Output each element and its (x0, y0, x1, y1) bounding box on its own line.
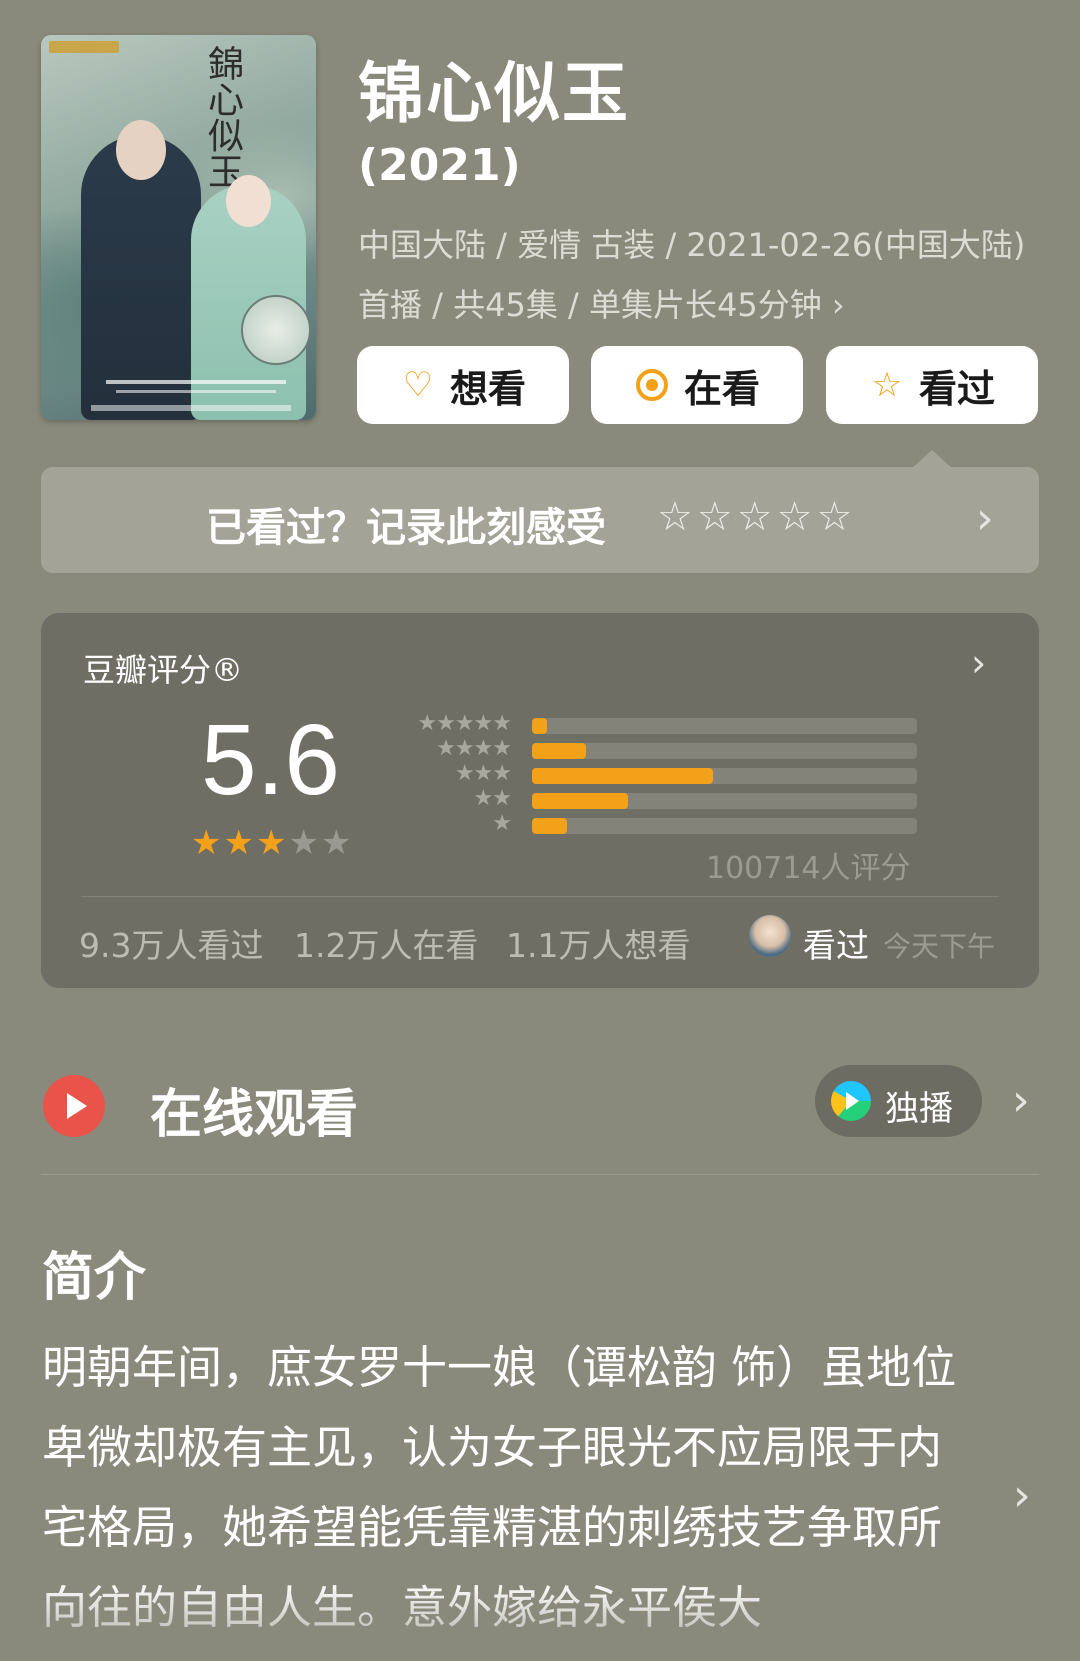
play-circle-icon (43, 1075, 105, 1137)
histogram-stars-label: ★★★ (454, 761, 512, 786)
histogram-row: ★ (391, 811, 917, 837)
tooltip-pointer (912, 450, 952, 468)
chevron-right-icon: › (976, 493, 994, 544)
platform-badge[interactable]: 独播 (815, 1065, 982, 1137)
histogram-bar (532, 718, 548, 734)
poster-text-line (116, 390, 276, 393)
bottom-fade (0, 1580, 1080, 1661)
score-star: ★ (255, 823, 289, 863)
histogram-row: ★★★ (391, 761, 917, 787)
poster-figure-man-head (116, 120, 166, 180)
rating-stars-input[interactable]: ☆☆☆☆☆ (657, 494, 856, 540)
score-star: ★ (288, 823, 321, 863)
poster-image[interactable]: 錦心似玉 (41, 35, 316, 420)
histogram-track (532, 743, 917, 759)
chevron-right-icon[interactable]: › (1013, 1470, 1031, 1521)
divider (41, 1174, 1039, 1175)
want-label: 想看 (449, 366, 526, 411)
movie-title: 锦心似玉 (358, 55, 630, 132)
histogram-stars-label: ★★★★★ (417, 711, 512, 736)
poster-text-line (106, 380, 286, 384)
watching-button[interactable]: 在看 (591, 346, 803, 424)
histogram-track (532, 818, 917, 834)
poster-sponsor-strip (91, 405, 291, 411)
histogram-bar (532, 768, 713, 784)
star-outline-icon: ☆ (871, 365, 903, 405)
platform-badge-label: 独播 (885, 1089, 953, 1129)
avatar[interactable] (749, 915, 791, 957)
histogram-stars-label: ★★ (473, 786, 512, 811)
stat-want[interactable]: 1.1万人想看 (506, 919, 690, 967)
movie-year: (2021) (358, 140, 521, 191)
histogram-bar (532, 793, 629, 809)
histogram-track (532, 718, 917, 734)
douban-rating-card[interactable]: 豆瓣评分® › 5.6 ★★★★★ ★★★★★ ★★★★ ★★★ ★★ ★ 100714… (41, 613, 1039, 988)
heart-plus-icon: ♡ (402, 365, 434, 405)
intro-heading: 简介 (42, 1248, 147, 1308)
score-star: ★ (223, 823, 256, 863)
stat-watched[interactable]: 9.3万人看过 (79, 919, 263, 967)
friend-time: 今天下午 (883, 930, 996, 963)
histogram-bar (532, 818, 567, 834)
histogram-row: ★★★★★ (391, 711, 917, 737)
want-button[interactable]: ♡ 想看 (357, 346, 569, 424)
histogram-track (532, 768, 917, 784)
watched-label: 看过 (918, 366, 995, 411)
target-icon (634, 367, 670, 403)
watched-button[interactable]: ☆ 看过 (826, 346, 1038, 424)
histogram-stars-label: ★★★★ (436, 736, 512, 761)
chevron-right-icon: › (1012, 1075, 1030, 1126)
rating-stars: ★★★★★ (191, 823, 353, 863)
poster-figure-woman-head (226, 175, 271, 227)
online-heading: 在线观看 (150, 1085, 359, 1145)
chevron-right-icon: › (971, 641, 987, 685)
histogram-row: ★★ (391, 786, 917, 812)
histogram-stars-label: ★ (492, 811, 512, 836)
record-feeling-bar[interactable]: 已看过？记录此刻感受 ☆☆☆☆☆ › (41, 467, 1039, 573)
online-watch-section[interactable]: 在线观看 独播 › (0, 1050, 1080, 1150)
rating-label: 豆瓣评分® (83, 651, 244, 689)
histogram-bar (532, 743, 586, 759)
rating-score: 5.6 (201, 704, 341, 816)
score-star: ★ (320, 823, 354, 863)
rating-histogram: ★★★★★ ★★★★ ★★★ ★★ ★ (391, 711, 917, 838)
poster-fan (241, 295, 311, 365)
poster-logo (49, 41, 119, 53)
histogram-row: ★★★★ (391, 736, 917, 762)
movie-meta[interactable]: 中国大陆 / 爱情 古装 / 2021-02-26(中国大陆)首播 / 共45集… (358, 215, 1038, 335)
record-prompt: 已看过？记录此刻感受 (206, 505, 606, 551)
score-star: ★ (191, 823, 224, 863)
tencent-video-icon (831, 1081, 871, 1121)
watching-label: 在看 (683, 366, 760, 411)
divider (81, 896, 999, 897)
stat-watching[interactable]: 1.2万人在看 (294, 919, 478, 967)
rating-count: 100714人评分 (706, 851, 911, 886)
friend-action: 看过 (803, 926, 869, 965)
histogram-track (532, 793, 917, 809)
